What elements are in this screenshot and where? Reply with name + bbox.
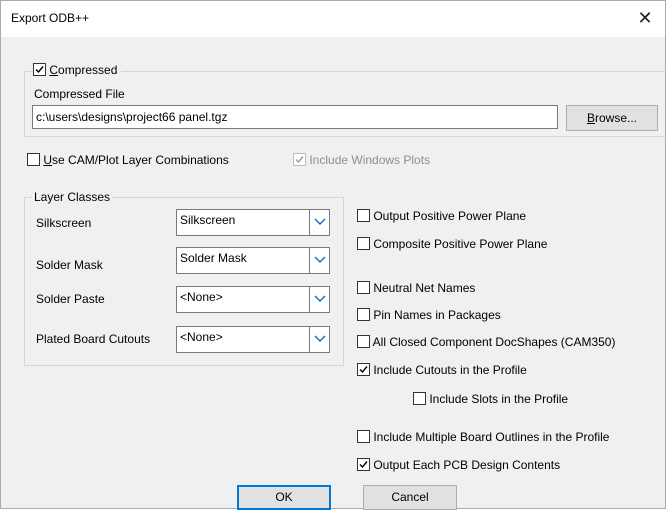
checkbox[interactable] xyxy=(357,335,370,348)
solder-paste-select[interactable]: <None> xyxy=(176,286,330,313)
use-cam-row[interactable]: Use CAM/Plot Layer Combinations xyxy=(27,153,229,167)
solder-mask-value: Solder Mask xyxy=(180,251,247,265)
option-label: Include Multiple Board Outlines in the P… xyxy=(373,430,610,444)
option-include-slots-in-profile[interactable]: Include Slots in the Profile xyxy=(413,392,568,406)
title-bar: Export ODB++ ✕ xyxy=(1,1,665,37)
option-output-positive-power-plane[interactable]: Output Positive Power Plane xyxy=(357,209,526,223)
option-label: Composite Positive Power Plane xyxy=(373,237,548,251)
option-label: Include Slots in the Profile xyxy=(429,392,569,406)
silkscreen-select[interactable]: Silkscreen xyxy=(176,209,330,236)
option-include-multiple-board-outlines[interactable]: Include Multiple Board Outlines in the P… xyxy=(357,430,609,444)
option-label: Output Each PCB Design Contents xyxy=(373,458,561,472)
silkscreen-value: Silkscreen xyxy=(180,213,236,227)
close-icon[interactable]: ✕ xyxy=(631,5,659,31)
solder-mask-select[interactable]: Solder Mask xyxy=(176,247,330,274)
chevron-down-icon[interactable] xyxy=(309,210,329,235)
checkbox[interactable] xyxy=(357,363,370,376)
option-label: Include Cutouts in the Profile xyxy=(373,363,527,377)
option-label: All Closed Component DocShapes (CAM350) xyxy=(372,335,616,349)
chevron-down-icon[interactable] xyxy=(309,327,329,352)
layer-classes-title: Layer Classes xyxy=(32,190,113,204)
solder-paste-value: <None> xyxy=(180,290,223,304)
option-all-closed-component-docshapes[interactable]: All Closed Component DocShapes (CAM350) xyxy=(357,335,615,349)
include-windows-plots-checkbox xyxy=(293,153,306,166)
checkbox[interactable] xyxy=(357,430,370,443)
option-pin-names-in-packages[interactable]: Pin Names in Packages xyxy=(357,308,501,322)
option-output-each-pcb-design-contents[interactable]: Output Each PCB Design Contents xyxy=(357,458,560,472)
use-cam-label: Use CAM/Plot Layer Combinations xyxy=(43,153,229,167)
solder-paste-label: Solder Paste xyxy=(36,292,105,306)
compressed-label: Compressed xyxy=(49,63,118,77)
check-icon xyxy=(295,156,304,164)
include-windows-plots-row: Include Windows Plots xyxy=(293,153,430,167)
checkbox[interactable] xyxy=(413,392,426,405)
dialog-title: Export ODB++ xyxy=(11,11,90,25)
checkbox[interactable] xyxy=(357,237,370,250)
check-icon xyxy=(359,461,368,469)
browse-button[interactable]: Browse... xyxy=(566,105,658,131)
compressed-checkbox[interactable] xyxy=(33,63,46,76)
checkbox[interactable] xyxy=(357,281,370,294)
option-label: Pin Names in Packages xyxy=(373,308,501,322)
plated-board-cutouts-select[interactable]: <None> xyxy=(176,326,330,353)
include-windows-plots-label: Include Windows Plots xyxy=(309,153,431,167)
option-label: Neutral Net Names xyxy=(373,281,476,295)
plated-board-cutouts-label: Plated Board Cutouts xyxy=(36,332,151,346)
plated-board-cutouts-value: <None> xyxy=(180,330,223,344)
check-icon xyxy=(359,366,368,374)
check-icon xyxy=(35,66,44,74)
checkbox[interactable] xyxy=(357,458,370,471)
compressed-file-label: Compressed File xyxy=(34,87,125,101)
chevron-down-icon[interactable] xyxy=(309,287,329,312)
option-include-cutouts-in-profile[interactable]: Include Cutouts in the Profile xyxy=(357,363,527,377)
ok-button[interactable]: OK xyxy=(237,485,331,510)
solder-mask-label: Solder Mask xyxy=(36,258,103,272)
option-neutral-net-names[interactable]: Neutral Net Names xyxy=(357,281,475,295)
cancel-button[interactable]: Cancel xyxy=(363,485,457,510)
compressed-checkbox-row[interactable]: Compressed xyxy=(33,63,122,77)
silkscreen-label: Silkscreen xyxy=(36,216,92,230)
option-label: Output Positive Power Plane xyxy=(373,209,527,223)
option-composite-positive-power-plane[interactable]: Composite Positive Power Plane xyxy=(357,237,547,251)
checkbox[interactable] xyxy=(357,308,370,321)
export-odb-dialog: Export ODB++ ✕ Compressed Compressed Fil… xyxy=(0,0,666,510)
chevron-down-icon[interactable] xyxy=(309,248,329,273)
checkbox[interactable] xyxy=(357,209,370,222)
compressed-file-input[interactable]: c:\users\designs\project66 panel.tgz xyxy=(32,105,558,129)
use-cam-checkbox[interactable] xyxy=(27,153,40,166)
